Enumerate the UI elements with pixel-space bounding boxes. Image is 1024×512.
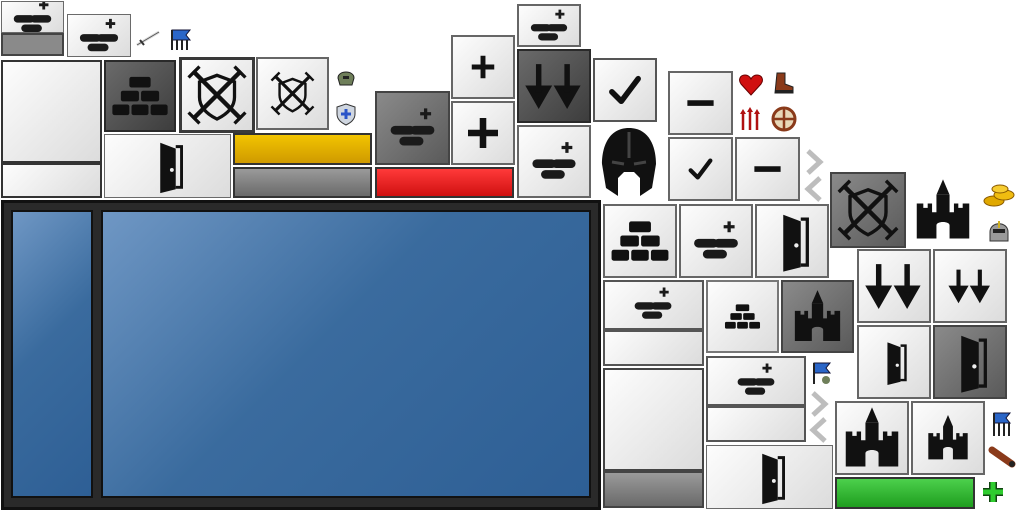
- wall-build-button[interactable]: [104, 60, 176, 132]
- target-icon: [771, 106, 797, 132]
- green-plus-icon[interactable]: [980, 479, 1006, 505]
- banner-small-icon: [810, 360, 834, 386]
- minus-button-large[interactable]: [735, 137, 800, 201]
- battle-button-small[interactable]: [256, 57, 329, 130]
- bricks-add-button-r[interactable]: [679, 204, 753, 278]
- confirm-button-small[interactable]: [668, 137, 733, 201]
- bricks-add-button[interactable]: [1, 1, 64, 33]
- shield-icon: [335, 102, 357, 126]
- panel-light-strip: [1, 163, 102, 198]
- helmet-icon: [596, 124, 662, 200]
- banner-icon: [168, 26, 196, 52]
- battle-button[interactable]: [179, 57, 255, 133]
- coins-icon: [982, 182, 1018, 208]
- sword-icon: [134, 28, 164, 48]
- plus-button[interactable]: [451, 35, 515, 99]
- bar-green: [835, 477, 975, 509]
- door-button[interactable]: [104, 134, 231, 198]
- wall-small-button[interactable]: [706, 280, 779, 353]
- panel-light-r: [603, 368, 704, 471]
- descend-button[interactable]: [517, 49, 591, 123]
- bar-gray: [233, 167, 372, 198]
- chevron-left-icon[interactable]: [803, 175, 825, 203]
- helmet-small-icon: [335, 66, 357, 88]
- cannon-icon: [988, 444, 1018, 470]
- battle-dark-button[interactable]: [830, 172, 906, 248]
- door-button-r[interactable]: [755, 204, 829, 278]
- boot-icon: [770, 70, 796, 96]
- bar-red: [375, 167, 514, 198]
- bricks-add-wide-button[interactable]: [603, 280, 704, 330]
- banner-arrows-icon: [990, 410, 1016, 438]
- heart-icon: [738, 72, 764, 98]
- wall-build-button-light[interactable]: [603, 204, 677, 278]
- dialog-main-panel: [101, 210, 591, 498]
- chevron-right-icon[interactable]: [803, 148, 825, 176]
- chevron-right-icon-2[interactable]: [808, 390, 830, 418]
- door-wide-button[interactable]: [706, 445, 833, 509]
- castle-icon: [906, 175, 980, 245]
- castle-dark-button[interactable]: [781, 280, 854, 353]
- bricks-add-button-small[interactable]: [67, 14, 131, 57]
- plus-button-large[interactable]: [451, 101, 515, 165]
- descend-button-small[interactable]: [933, 249, 1007, 323]
- bricks-add-button-mid[interactable]: [517, 125, 591, 198]
- chevron-left-icon-2[interactable]: [808, 416, 830, 444]
- arrows-icon: [738, 106, 762, 132]
- castle-button[interactable]: [835, 401, 909, 475]
- door-dark-button[interactable]: [933, 325, 1007, 399]
- bar-gray-r: [603, 471, 704, 508]
- bricks-add-button-mid-r[interactable]: [706, 356, 806, 406]
- minus-button[interactable]: [668, 71, 733, 135]
- descend-button-light[interactable]: [857, 249, 931, 323]
- castle-button-small[interactable]: [911, 401, 985, 475]
- panel-light-strip-r: [603, 330, 704, 366]
- panel-gray-strip: [1, 33, 64, 56]
- bricks-add-button-top[interactable]: [517, 4, 581, 47]
- knight-helmet-icon: [987, 218, 1011, 244]
- bricks-add-dark-button[interactable]: [375, 91, 450, 165]
- dialog-side-panel: [11, 210, 93, 498]
- panel-light-strip-r2: [706, 406, 806, 442]
- door-button-small[interactable]: [857, 325, 931, 399]
- confirm-button[interactable]: [593, 58, 657, 122]
- bar-yellow: [233, 133, 372, 165]
- panel-light-large: [1, 60, 102, 163]
